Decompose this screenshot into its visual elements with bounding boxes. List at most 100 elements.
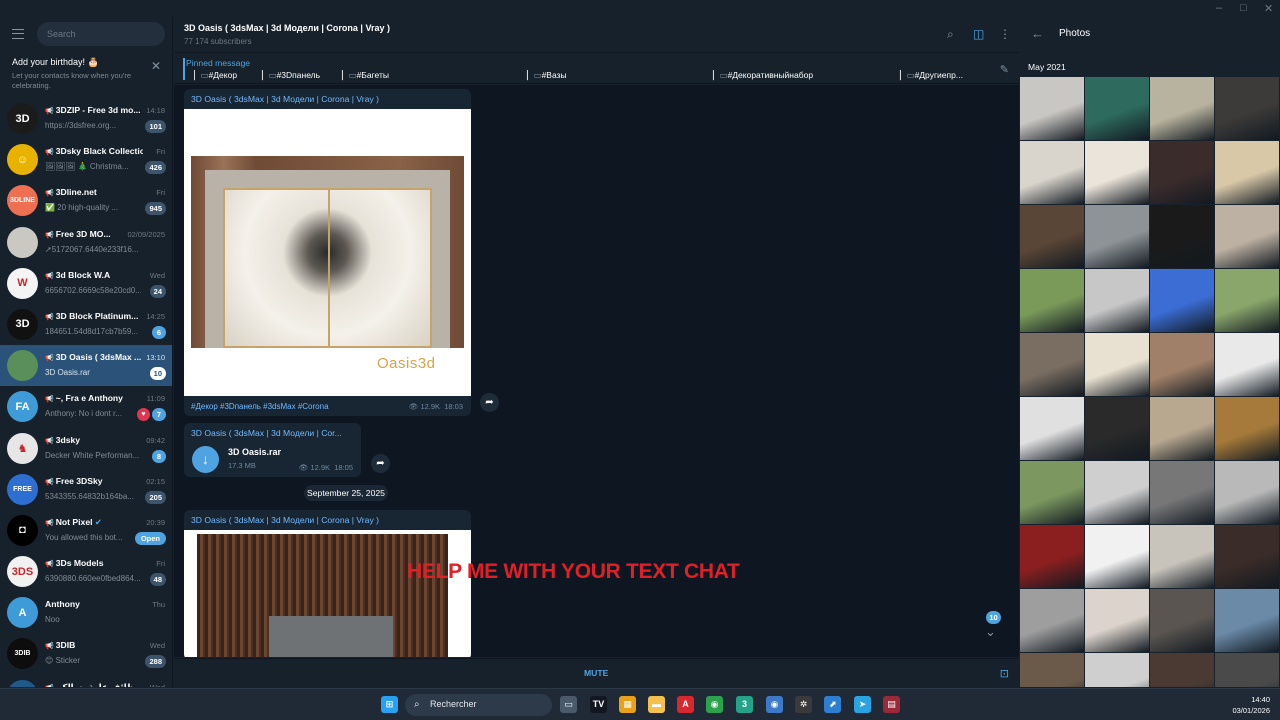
chat-item[interactable]: A Anthony Thu Noo [0, 592, 172, 633]
pin-list-icon[interactable]: ✎ [1000, 63, 1009, 76]
photo-thumbnail[interactable] [1150, 205, 1214, 268]
message-area[interactable]: 3D Oasis ( 3dsMax | 3d Модели | Corona |… [174, 85, 1019, 657]
photo-thumbnail[interactable] [1150, 333, 1214, 396]
photo-thumbnail[interactable] [1150, 141, 1214, 204]
chat-item[interactable]: 3DLINE 📢 3Dline.net Fri ✅ 20 high-quality ..… [0, 180, 172, 221]
pinned-tag[interactable]: ▏▭#Декоративныйнабор [713, 70, 813, 81]
birthday-banner[interactable]: Add your birthday! 🎂 Let your contacts k… [0, 51, 172, 98]
forward-icon[interactable]: ➦ [371, 454, 390, 473]
minimize-button[interactable]: – [1216, 2, 1222, 14]
app-3-icon[interactable]: 3 [736, 696, 753, 713]
maximize-button[interactable]: □ [1240, 2, 1247, 14]
photo-thumbnail[interactable] [1150, 269, 1214, 332]
chrome-icon[interactable]: ◉ [706, 696, 723, 713]
photo-thumbnail[interactable] [1085, 589, 1149, 652]
chrome-profile-icon[interactable]: ◉ [766, 696, 783, 713]
chat-header[interactable]: 3D Oasis ( 3dsMax | 3d Модели | Corona |… [174, 17, 1019, 53]
photo-thumbnail[interactable] [1085, 461, 1149, 524]
photo-thumbnail[interactable] [1150, 525, 1214, 588]
tradingview-icon[interactable]: TV [590, 696, 607, 713]
search-input[interactable]: Search [37, 22, 165, 46]
app-blue-icon[interactable]: ⬈ [824, 696, 841, 713]
chat-item[interactable]: ♞ 📢 3dsky 09:42 Decker White Performan... 8 [0, 428, 172, 469]
photo-thumbnail[interactable] [1215, 525, 1279, 588]
chat-item[interactable]: 📢 3D Oasis ( 3dsMax ... 13:10 3D Oasis.rar 1… [0, 345, 172, 387]
acrobat-icon[interactable]: A [677, 696, 694, 713]
download-icon[interactable]: ↓ [192, 446, 219, 473]
photo-thumbnail[interactable] [1085, 525, 1149, 588]
search-icon[interactable]: ⌕ [947, 27, 954, 42]
chat-item[interactable]: 3D 📢 3D Block Platinum... 14:25 184651.54d8d… [0, 304, 172, 345]
taskbar-search[interactable]: ⌕ Rechercher [405, 694, 552, 716]
post-channel-name[interactable]: 3D Oasis ( 3dsMax | 3d Модели | Cor... [184, 423, 361, 443]
task-view-icon[interactable]: ▭ [560, 696, 577, 713]
file-name[interactable]: 3D Oasis.rar [228, 447, 281, 457]
windows-start-icon[interactable]: ⊞ [381, 696, 398, 713]
pinned-message-bar[interactable]: Pinned message ▏▭#Декор ▏▭#3Dпанель ▏▭#Б… [174, 54, 1019, 84]
photo-thumbnail[interactable] [1085, 269, 1149, 332]
post-channel-name[interactable]: 3D Oasis ( 3dsMax | 3d Модели | Corona |… [184, 89, 471, 109]
photo-thumbnail[interactable] [1150, 77, 1214, 140]
system-clock[interactable]: 14:40 03/01/2026 [1232, 694, 1270, 716]
photo-thumbnail[interactable] [1085, 397, 1149, 460]
scroll-down-icon[interactable]: ⌄ [985, 624, 996, 640]
mute-button[interactable]: MUTE [584, 668, 608, 678]
open-button[interactable]: Open [134, 531, 166, 545]
chat-item[interactable]: FREE 📢 Free 3DSky 02:15 5343355.64832b164ba.… [0, 469, 172, 510]
close-icon[interactable]: ✕ [151, 59, 161, 73]
chat-item[interactable]: ◘ 📢 Not Pixel ✔ 20:39 You allowed this bot..… [0, 510, 172, 551]
menu-icon[interactable] [12, 29, 24, 39]
pinned-tag[interactable]: ▏▭#Декор [194, 70, 237, 81]
photo-thumbnail[interactable] [1020, 589, 1084, 652]
channel-title[interactable]: 3D Oasis ( 3dsMax | 3d Модели | Corona |… [184, 23, 390, 33]
photo-thumbnail[interactable] [1150, 653, 1214, 687]
forward-icon[interactable]: ➦ [480, 393, 499, 412]
post-image[interactable]: Oasis3d [184, 109, 471, 396]
photo-thumbnail[interactable] [1215, 397, 1279, 460]
post-channel-name[interactable]: 3D Oasis ( 3dsMax | 3d Модели | Corona |… [184, 510, 471, 530]
sidebar-toggle-icon[interactable]: ◫ [973, 27, 984, 41]
caption-tags[interactable]: #Декор #3Dпанель #3dsMax #Corona [191, 402, 329, 411]
chat-item[interactable]: ☺ 📢 3Dsky Black Collectio... Fri 🖼🖼🖼 🎄 Chris… [0, 139, 172, 180]
chat-item[interactable]: 3DS 📢 3Ds Models Fri 6390880.660ee0fbed864..… [0, 551, 172, 592]
photo-thumbnail[interactable] [1215, 205, 1279, 268]
pinned-tag[interactable]: ▏▭#Багеты [342, 70, 389, 81]
photo-thumbnail[interactable] [1085, 205, 1149, 268]
photo-thumbnail[interactable] [1020, 461, 1084, 524]
post-image[interactable] [184, 530, 471, 657]
photo-thumbnail[interactable] [1020, 77, 1084, 140]
photo-thumbnail[interactable] [1020, 269, 1084, 332]
photo-thumbnail[interactable] [1215, 333, 1279, 396]
store-icon[interactable]: ▦ [619, 696, 636, 713]
photo-thumbnail[interactable] [1020, 397, 1084, 460]
photo-thumbnail[interactable] [1020, 653, 1084, 687]
pinned-tag[interactable]: ▏▭#3Dпанель [262, 70, 320, 81]
photo-thumbnail[interactable] [1215, 461, 1279, 524]
pinned-tag[interactable]: ▏▭#Вазы [527, 70, 567, 81]
chat-item[interactable]: FA 📢 ~, Fra e Anthony 11:09 Anthony: No i do… [0, 386, 172, 427]
photo-thumbnail[interactable] [1215, 141, 1279, 204]
chat-item[interactable]: 3DIB 📢 3DIB Wed 😊 Sticker 288 [0, 633, 172, 674]
chat-item[interactable]: 3D 📢 3DZIP - Free 3d mo... 14:18 https://3ds… [0, 98, 172, 139]
photo-thumbnail[interactable] [1020, 141, 1084, 204]
more-options-icon[interactable]: ⋮ [999, 27, 1011, 41]
photo-thumbnail[interactable] [1215, 589, 1279, 652]
message-post[interactable]: 3D Oasis ( 3dsMax | 3d Модели | Corona |… [184, 89, 471, 416]
photo-thumbnail[interactable] [1020, 333, 1084, 396]
photo-thumbnail[interactable] [1085, 333, 1149, 396]
photo-thumbnail[interactable] [1215, 77, 1279, 140]
photo-thumbnail[interactable] [1150, 397, 1214, 460]
photo-thumbnail[interactable] [1020, 205, 1084, 268]
photo-thumbnail[interactable] [1215, 269, 1279, 332]
telegram-icon[interactable]: ➤ [854, 696, 871, 713]
back-arrow-icon[interactable]: ← [1031, 26, 1044, 41]
photo-thumbnail[interactable] [1085, 141, 1149, 204]
winrar-icon[interactable]: ▤ [883, 696, 900, 713]
chatgpt-icon[interactable]: ✲ [795, 696, 812, 713]
photo-thumbnail[interactable] [1215, 653, 1279, 687]
pinned-tag[interactable]: ▏▭#Другиепр... [900, 70, 963, 81]
photo-thumbnail[interactable] [1085, 77, 1149, 140]
chat-item[interactable]: 📢 Free 3D MO... 02/09/2025 ➚5172067.6440e23… [0, 222, 172, 263]
folder-icon[interactable]: ▬ [648, 696, 665, 713]
chat-item[interactable]: 📢وظائف عامة بسالكم ... Wed [0, 675, 172, 687]
